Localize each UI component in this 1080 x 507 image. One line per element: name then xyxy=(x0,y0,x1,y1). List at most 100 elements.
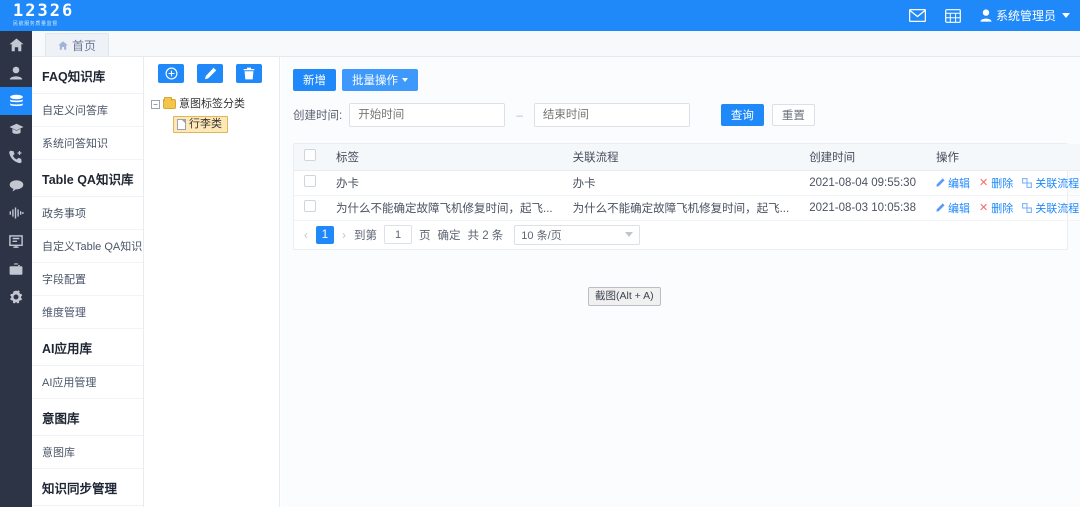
tree-collapse-icon[interactable]: − xyxy=(151,99,160,109)
icon-rail xyxy=(0,31,32,507)
cell-created: 2021-08-03 10:05:38 xyxy=(799,195,926,221)
intent-tag-table: 标签 关联流程 创建时间 操作 办卡 办卡 2021-08-04 09:55:3… xyxy=(294,144,1080,221)
column-header-flow: 关联流程 xyxy=(562,144,800,171)
relate-flow-label: 关联流程 xyxy=(1035,202,1080,215)
rail-item-home[interactable] xyxy=(0,31,32,59)
batch-operations-label: 批量操作 xyxy=(352,75,398,87)
add-button[interactable]: 新增 xyxy=(293,69,336,91)
tab-bar: 首页 xyxy=(32,31,1080,57)
cell-flow: 为什么不能确定故障飞机修复时间，起飞... xyxy=(562,195,800,221)
edit-node-button[interactable] xyxy=(197,64,223,83)
tab-home[interactable]: 首页 xyxy=(45,33,110,56)
add-node-button[interactable] xyxy=(158,64,184,83)
table-row[interactable]: 办卡 办卡 2021-08-04 09:55:30 编辑 ✕ 删除 关联流程 xyxy=(294,170,1080,196)
range-separator: – xyxy=(516,108,523,122)
rail-item-call[interactable] xyxy=(0,143,32,171)
mail-icon[interactable] xyxy=(908,9,926,22)
relate-flow-action[interactable]: 关联流程 xyxy=(1022,200,1079,216)
row-select-cell xyxy=(294,195,326,221)
end-time-input[interactable] xyxy=(533,103,690,127)
page-number-1[interactable]: 1 xyxy=(316,225,334,244)
menu-group-ai-app: AI应用库 xyxy=(32,329,143,366)
table-head: 标签 关联流程 创建时间 操作 xyxy=(294,144,1080,171)
data-table-card: 标签 关联流程 创建时间 操作 办卡 办卡 2021-08-04 09:55:3… xyxy=(293,143,1080,250)
rail-item-chat[interactable] xyxy=(0,171,32,199)
screenshot-tooltip: 截图(Alt + A) xyxy=(588,287,661,306)
main-content: 新增 批量操作 创建时间: – 查询 重置 xyxy=(281,57,1080,507)
menu-item-dimension-mgmt[interactable]: 维度管理 xyxy=(32,296,143,329)
page-size-select[interactable]: 10 条/页 xyxy=(514,224,641,245)
table-header-row: 标签 关联流程 创建时间 操作 xyxy=(294,144,1080,171)
prev-page-button[interactable]: ‹ xyxy=(303,228,309,242)
home-icon xyxy=(58,40,68,50)
relate-flow-action[interactable]: 关联流程 xyxy=(1022,175,1079,191)
cell-flow: 办卡 xyxy=(562,170,800,196)
query-button[interactable]: 查询 xyxy=(720,104,764,126)
delete-label: 删除 xyxy=(991,202,1014,215)
tree-toolbar xyxy=(145,57,279,83)
delete-node-button[interactable] xyxy=(236,64,262,83)
top-header-bar: 12326 民航服务质量监督 系统管理员 xyxy=(0,0,1080,31)
tree-root-node[interactable]: − 意图标签分类 xyxy=(151,96,279,112)
menu-item-custom-qa[interactable]: 自定义问答库 xyxy=(32,94,143,127)
edit-action[interactable]: 编辑 xyxy=(936,200,970,216)
delete-action[interactable]: ✕ 删除 xyxy=(979,175,1013,191)
menu-group-intent: 意图库 xyxy=(32,399,143,436)
rail-item-settings[interactable] xyxy=(0,283,32,311)
select-all-header xyxy=(294,144,326,171)
tree-root-label: 意图标签分类 xyxy=(179,98,245,110)
tree-child-node[interactable]: 行李类 xyxy=(173,116,279,133)
column-header-created: 创建时间 xyxy=(799,144,926,171)
rail-item-knowledge[interactable] xyxy=(0,87,32,115)
app-logo: 12326 民航服务质量监督 xyxy=(0,3,150,28)
rail-item-user[interactable] xyxy=(0,59,32,87)
menu-group-tableqa: Table QA知识库 xyxy=(32,160,143,197)
user-name-label: 系统管理员 xyxy=(995,9,1056,23)
content-toolbar: 新增 批量操作 xyxy=(293,69,1068,91)
relate-flow-label: 关联流程 xyxy=(1035,177,1080,190)
file-icon xyxy=(177,119,186,130)
category-tree: − 意图标签分类 行李类 xyxy=(145,83,279,133)
edit-action[interactable]: 编辑 xyxy=(936,175,970,191)
user-icon xyxy=(980,9,992,22)
edit-label: 编辑 xyxy=(947,202,970,215)
table-row[interactable]: 为什么不能确定故障飞机修复时间，起飞... 为什么不能确定故障飞机修复时间，起飞… xyxy=(294,195,1080,221)
table-body: 办卡 办卡 2021-08-04 09:55:30 编辑 ✕ 删除 关联流程 为… xyxy=(294,170,1080,221)
batch-operations-button[interactable]: 批量操作 xyxy=(342,69,418,91)
row-checkbox[interactable] xyxy=(304,200,316,212)
menu-item-intent-lib[interactable]: 意图库 xyxy=(32,436,143,469)
rail-item-voice[interactable] xyxy=(0,199,32,227)
goto-suffix-label: 页 xyxy=(419,229,431,242)
menu-item-gov-affairs[interactable]: 政务事项 xyxy=(32,197,143,230)
menu-item-custom-tableqa[interactable]: 自定义Table QA知识 xyxy=(32,230,143,263)
user-menu[interactable]: 系统管理员 xyxy=(980,7,1070,24)
row-select-cell xyxy=(294,170,326,196)
tree-node-selected[interactable]: 行李类 xyxy=(173,116,228,133)
goto-confirm-button[interactable]: 确定 xyxy=(438,227,461,243)
column-header-tag: 标签 xyxy=(326,144,563,171)
calendar-icon[interactable] xyxy=(945,8,961,23)
menu-item-ai-app-mgmt[interactable]: AI应用管理 xyxy=(32,366,143,399)
select-all-checkbox[interactable] xyxy=(304,149,316,162)
menu-item-system-qa[interactable]: 系统问答知识 xyxy=(32,127,143,160)
goto-page-input[interactable] xyxy=(384,225,412,244)
chevron-down-icon xyxy=(402,78,408,82)
reset-button[interactable]: 重置 xyxy=(771,104,815,126)
edit-label: 编辑 xyxy=(947,177,970,190)
secondary-menu: FAQ知识库 自定义问答库 系统问答知识 Table QA知识库 政务事项 自定… xyxy=(32,57,144,507)
row-checkbox[interactable] xyxy=(304,175,316,187)
rail-item-training[interactable] xyxy=(0,115,32,143)
next-page-button[interactable]: › xyxy=(341,228,347,242)
cell-operations: 编辑 ✕ 删除 关联流程 xyxy=(925,170,1080,196)
rail-item-briefcase[interactable] xyxy=(0,255,32,283)
app-root: 12326 民航服务质量监督 系统管理员 首页 FAQ知识库 自定义问答库 系统… xyxy=(0,0,1080,507)
chevron-down-icon xyxy=(1062,13,1070,18)
logo-number: 12326 xyxy=(13,1,75,21)
cell-operations: 编辑 ✕ 删除 关联流程 xyxy=(925,195,1080,221)
menu-item-field-config[interactable]: 字段配置 xyxy=(32,263,143,296)
rail-item-monitor[interactable] xyxy=(0,227,32,255)
created-time-label: 创建时间: xyxy=(293,110,343,122)
filter-actions: 查询 重置 xyxy=(720,104,815,126)
start-time-input[interactable] xyxy=(349,103,506,127)
delete-action[interactable]: ✕ 删除 xyxy=(979,200,1013,216)
